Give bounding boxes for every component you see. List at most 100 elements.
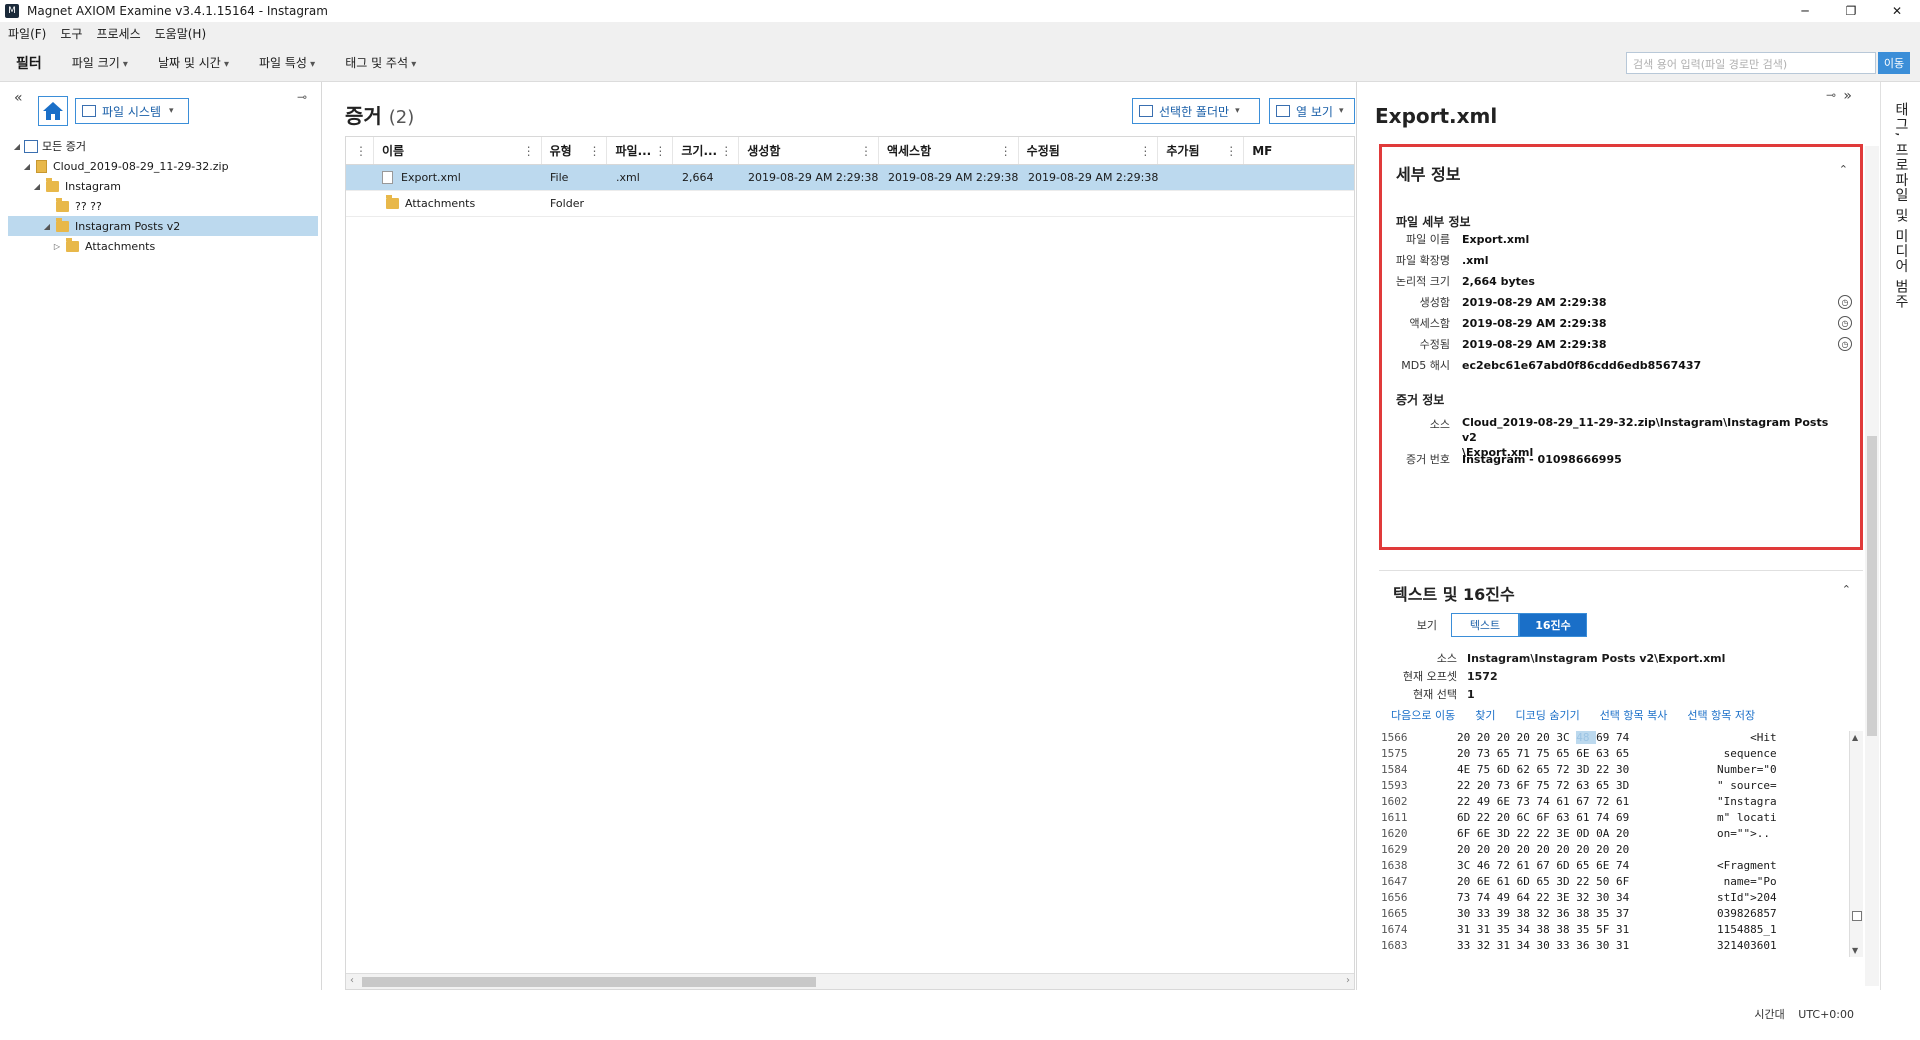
menu-tools[interactable]: 도구 [60, 25, 82, 42]
hex-line[interactable]: 1575 20 73 65 71 75 65 6E 63 65 sequence [1381, 747, 1861, 763]
filter-file-size-dropdown[interactable]: 파일 크기 [72, 54, 128, 71]
hex-bytes[interactable]: 33 32 31 34 30 33 36 30 31 [1457, 939, 1717, 955]
find-link[interactable]: 찾기 [1475, 707, 1495, 723]
column-menu-icon[interactable]: ⋮ [523, 144, 535, 158]
hex-ascii[interactable]: <Fragment [1717, 859, 1837, 875]
hex-bytes[interactable]: 73 74 49 64 22 3E 32 30 34 [1457, 891, 1717, 907]
save-selection-link[interactable]: 선택 항목 저장 [1687, 707, 1755, 723]
column-header-accessed[interactable]: 액세스함 ⋮ [879, 137, 1019, 164]
hex-line[interactable]: 1611 6D 22 20 6C 6F 63 61 74 69 m" locati [1381, 811, 1861, 827]
hex-ascii[interactable]: on="">.. [1717, 827, 1837, 843]
scrollbar-thumb[interactable] [1852, 911, 1862, 921]
hex-ascii[interactable] [1717, 843, 1837, 859]
column-menu-icon[interactable]: ⋮ [720, 144, 732, 158]
hex-line[interactable]: 1683 33 32 31 34 30 33 36 30 31 321403601 [1381, 939, 1861, 955]
go-to-link[interactable]: 다음으로 이동 [1391, 707, 1455, 723]
menu-process[interactable]: 프로세스 [96, 25, 140, 42]
hex-line[interactable]: 1665 30 33 39 38 32 36 38 35 37 039826857 [1381, 907, 1861, 923]
hex-ascii[interactable]: sequence [1717, 747, 1837, 763]
hex-line[interactable]: 1584 4E 75 6D 62 65 72 3D 22 30 Number="0 [1381, 763, 1861, 779]
hex-bytes[interactable]: 30 33 39 38 32 36 38 35 37 [1457, 907, 1717, 923]
hex-ascii[interactable]: m" locati [1717, 811, 1837, 827]
search-go-button[interactable]: 이동 [1878, 52, 1910, 74]
hex-ascii[interactable]: "Instagra [1717, 795, 1837, 811]
tree-node[interactable]: ◢ Instagram [8, 176, 318, 196]
expand-arrow-icon[interactable]: ◢ [42, 222, 52, 231]
column-header-type[interactable]: 유형 ⋮ [542, 137, 608, 164]
tree-node-selected[interactable]: ◢ Instagram Posts v2 [8, 216, 318, 236]
expand-arrow-icon[interactable]: ◢ [22, 162, 32, 171]
column-menu-icon[interactable]: ⋮ [1000, 144, 1012, 158]
column-view-dropdown[interactable]: 열 보기 ▾ [1269, 98, 1355, 124]
scroll-right-icon[interactable]: › [1346, 975, 1350, 986]
view-selector-dropdown[interactable]: 파일 시스템 ▾ [75, 98, 189, 124]
selected-folder-only-dropdown[interactable]: 선택한 폴더만 ▾ [1132, 98, 1260, 124]
tree-node[interactable]: ?? ?? [8, 196, 318, 216]
hex-ascii[interactable]: 321403601 [1717, 939, 1837, 955]
hex-ascii[interactable]: <Hit [1717, 731, 1837, 747]
hex-bytes[interactable]: 20 20 20 20 20 3C 48 69 74 [1457, 731, 1717, 747]
expand-arrow-icon[interactable]: ◢ [32, 182, 42, 191]
hex-ascii[interactable]: stId">204 [1717, 891, 1837, 907]
hex-line[interactable]: 1647 20 6E 61 6D 65 3D 22 50 6F name="Po [1381, 875, 1861, 891]
filter-date-time-dropdown[interactable]: 날짜 및 시간 [158, 54, 229, 71]
scroll-left-icon[interactable]: ‹ [350, 975, 354, 986]
hex-ascii[interactable]: name="Po [1717, 875, 1837, 891]
column-menu-icon[interactable]: ⋮ [588, 144, 600, 158]
filter-file-attributes-dropdown[interactable]: 파일 특성 [259, 54, 315, 71]
clock-icon[interactable]: ◷ [1838, 295, 1852, 309]
column-header-created[interactable]: 생성함 ⋮ [739, 137, 879, 164]
chevron-up-icon[interactable]: ⌃ [1842, 583, 1851, 596]
column-menu-icon[interactable]: ⋮ [355, 144, 367, 158]
column-header-mf[interactable]: MF [1244, 137, 1354, 164]
horizontal-scrollbar[interactable]: ‹ › [346, 973, 1354, 989]
timezone-status[interactable]: 시간대 UTC+0:00 [1754, 1006, 1854, 1022]
column-header-modified[interactable]: 수정됨 ⋮ [1019, 137, 1159, 164]
collapse-panel-icon[interactable]: « [14, 90, 23, 106]
text-view-toggle[interactable]: 텍스트 [1451, 613, 1519, 637]
tree-node[interactable]: ▷ Attachments [8, 236, 318, 256]
hex-line[interactable]: 1566 20 20 20 20 20 3C 48 69 74 <Hit [1381, 731, 1861, 747]
expand-arrow-icon[interactable]: ◢ [12, 142, 22, 151]
hex-bytes[interactable]: 22 49 6E 73 74 61 67 72 61 [1457, 795, 1717, 811]
hex-ascii[interactable]: 1154885_1 [1717, 923, 1837, 939]
column-header-added[interactable]: 추가됨 ⋮ [1158, 137, 1245, 164]
hex-line[interactable]: 1629 20 20 20 20 20 20 20 20 20 [1381, 843, 1861, 859]
hex-bytes[interactable]: 3C 46 72 61 67 6D 65 6E 74 [1457, 859, 1717, 875]
side-tab-tags-profiles[interactable]: 태그, 프로파일 및 미디어 범주 [1880, 82, 1920, 990]
maximize-button[interactable]: ❐ [1828, 0, 1874, 22]
menu-file[interactable]: 파일(F) [8, 25, 46, 42]
column-menu-icon[interactable]: ⋮ [860, 144, 872, 158]
close-button[interactable]: ✕ [1874, 0, 1920, 22]
details-scrollbar[interactable] [1865, 146, 1879, 986]
clock-icon[interactable]: ◷ [1838, 316, 1852, 330]
hex-bytes[interactable]: 6F 6E 3D 22 22 3E 0D 0A 20 [1457, 827, 1717, 843]
tree-node[interactable]: ◢ Cloud_2019-08-29_11-29-32.zip [8, 156, 318, 176]
column-menu-icon[interactable]: ⋮ [654, 144, 666, 158]
filter-tags-comments-dropdown[interactable]: 태그 및 주석 [345, 54, 416, 71]
clock-icon[interactable]: ◷ [1838, 337, 1852, 351]
hex-line[interactable]: 1674 31 31 35 34 38 38 35 5F 31 1154885_1 [1381, 923, 1861, 939]
hex-ascii[interactable]: 039826857 [1717, 907, 1837, 923]
hex-bytes[interactable]: 22 20 73 6F 75 72 63 65 3D [1457, 779, 1717, 795]
column-options[interactable]: ⋮ [346, 137, 374, 164]
hex-line[interactable]: 1656 73 74 49 64 22 3E 32 30 34 stId">204 [1381, 891, 1861, 907]
hex-scrollbar[interactable]: ▲ ▼ [1849, 731, 1863, 957]
expand-arrow-icon[interactable]: ▷ [52, 242, 62, 251]
copy-selection-link[interactable]: 선택 항목 복사 [1600, 707, 1668, 723]
hex-ascii[interactable]: Number="0 [1717, 763, 1837, 779]
hex-bytes[interactable]: 20 20 20 20 20 20 20 20 20 [1457, 843, 1717, 859]
scrollbar-thumb[interactable] [1867, 436, 1877, 736]
scrollbar-thumb[interactable] [362, 977, 816, 987]
minimize-button[interactable]: ─ [1782, 0, 1828, 22]
hex-bytes[interactable]: 6D 22 20 6C 6F 63 61 74 69 [1457, 811, 1717, 827]
hex-bytes[interactable]: 31 31 35 34 38 38 35 5F 31 [1457, 923, 1717, 939]
tree-node[interactable]: ◢ 모든 증거 [8, 136, 318, 156]
hex-ascii[interactable]: " source= [1717, 779, 1837, 795]
hex-view-toggle[interactable]: 16진수 [1519, 613, 1587, 637]
hex-bytes[interactable]: 20 73 65 71 75 65 6E 63 65 [1457, 747, 1717, 763]
column-menu-icon[interactable]: ⋮ [1139, 144, 1151, 158]
search-input[interactable]: 검색 용어 입력(파일 경로만 검색) [1626, 52, 1876, 74]
hex-viewer[interactable]: 1566 20 20 20 20 20 3C 48 69 74 <Hit 1575 2… [1381, 731, 1861, 957]
hide-decoding-link[interactable]: 디코딩 숨기기 [1515, 707, 1579, 723]
